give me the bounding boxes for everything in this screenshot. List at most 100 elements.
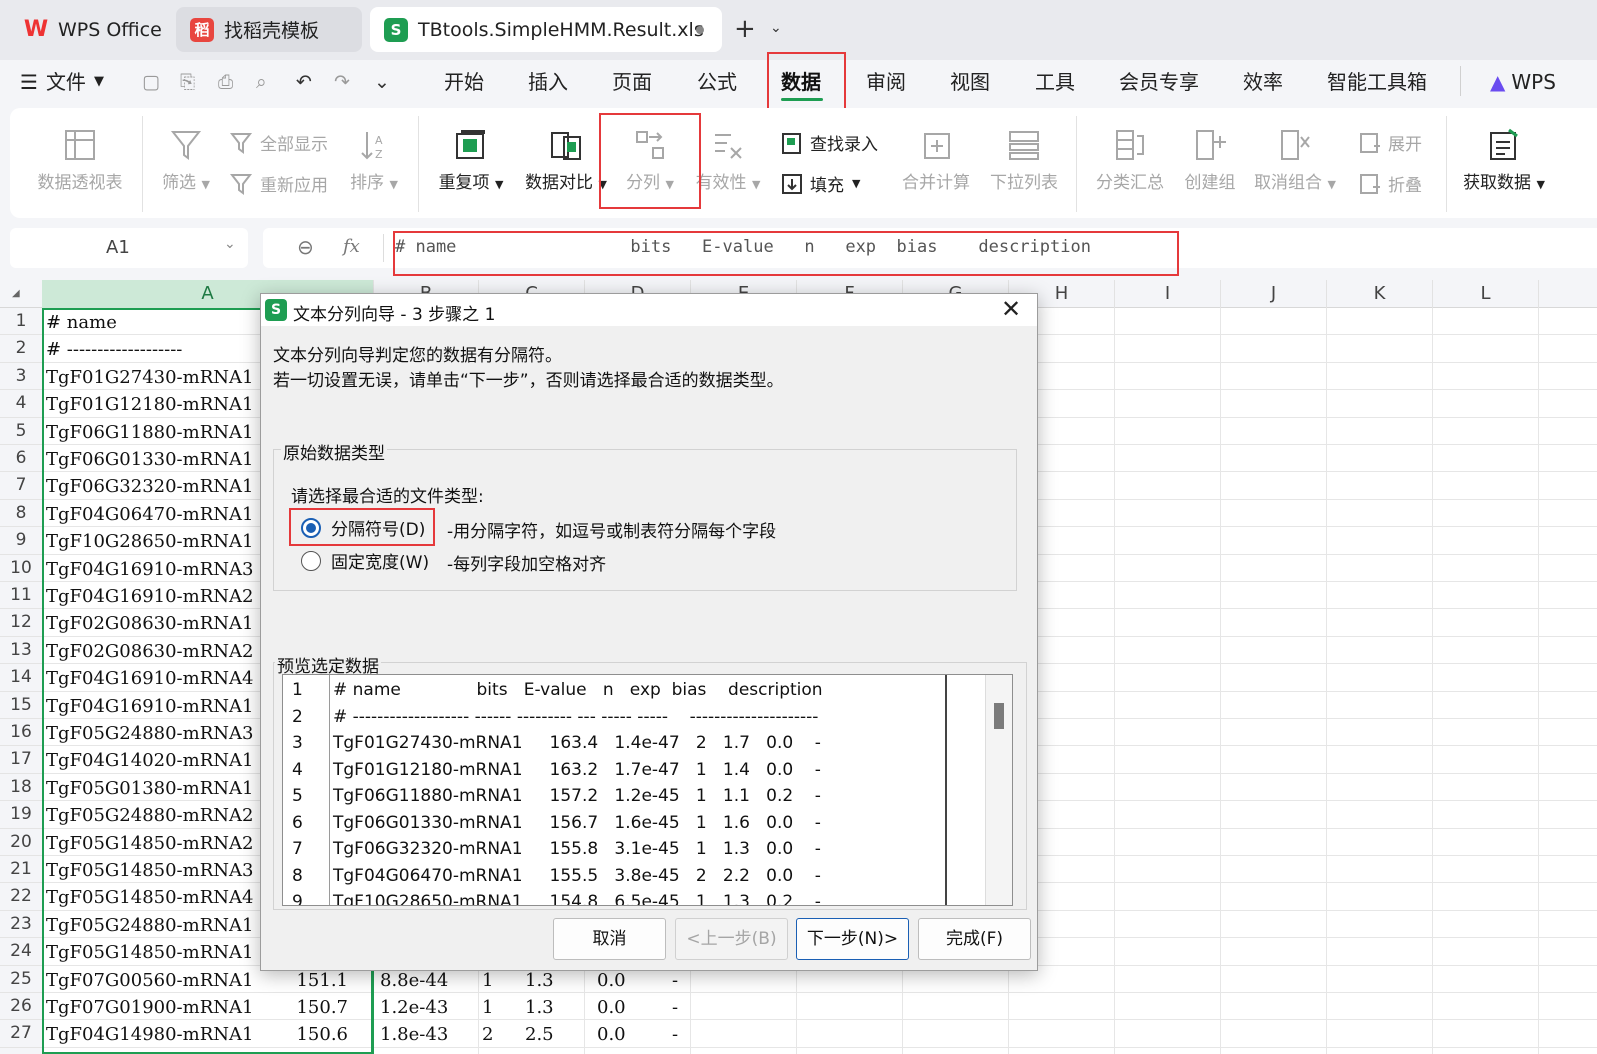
row-header-20[interactable]: 20 [0, 829, 42, 856]
undo-icon[interactable]: ↶ [296, 72, 312, 92]
create-group-button[interactable]: 创建组 [1180, 128, 1240, 193]
row-header-3[interactable]: 3 [0, 363, 42, 391]
show-all-button[interactable]: 全部显示 [230, 130, 328, 155]
pivot-table-button[interactable]: 数据透视表 [34, 128, 126, 193]
menu-page[interactable]: 页面 [612, 60, 652, 104]
row-header-18[interactable]: 18 [0, 774, 42, 802]
row-header-7[interactable]: 7 [0, 472, 42, 500]
row-header-1[interactable]: 1 [0, 308, 42, 336]
validity-button[interactable]: 有效性 ▼ [694, 128, 762, 193]
row-header-8[interactable]: 8 [0, 500, 42, 528]
column-header-K[interactable]: K [1327, 280, 1433, 308]
row-header-12[interactable]: 12 [0, 609, 42, 637]
tab-workbook[interactable]: S TBtools.SimpleHMM.Result.xls [370, 7, 722, 52]
row-header-10[interactable]: 10 [0, 555, 42, 582]
dropdown-list-button[interactable]: 下拉列表 [986, 128, 1062, 193]
column-header-J[interactable]: J [1221, 280, 1327, 308]
row-header-22[interactable]: 22 [0, 883, 42, 911]
menu-ai-toolbox[interactable]: 智能工具箱 [1327, 60, 1427, 104]
row-header-16[interactable]: 16 [0, 719, 42, 747]
lookup-entry-button[interactable]: 查找录入 [780, 130, 878, 155]
formula-input[interactable]: # name bits E-value n exp bias descripti… [395, 237, 1091, 257]
cell-value[interactable]: 1 [482, 993, 493, 1020]
consolidate-button[interactable]: 合并计算 [898, 128, 974, 193]
row-header-26[interactable]: 26 [0, 993, 42, 1021]
menu-member[interactable]: 会员专享 [1119, 60, 1199, 104]
row-header-9[interactable]: 9 [0, 527, 42, 555]
wps-ai-button[interactable]: ▲ WPS [1490, 60, 1556, 104]
column-header-I[interactable]: I [1115, 280, 1221, 308]
menu-formula[interactable]: 公式 [697, 60, 737, 104]
row-header-6[interactable]: 6 [0, 445, 42, 473]
cell-value[interactable]: 2 [482, 1020, 493, 1047]
row-header-14[interactable]: 14 [0, 664, 42, 692]
row-header-17[interactable]: 17 [0, 746, 42, 774]
row-header-19[interactable]: 19 [0, 801, 42, 829]
row-header-27[interactable]: 27 [0, 1020, 42, 1048]
preview-scrollbar[interactable] [985, 675, 1012, 905]
row-header-5[interactable]: 5 [0, 418, 42, 445]
subtotal-button[interactable]: 分类汇总 [1092, 128, 1168, 193]
next-button[interactable]: 下一步(N)> [796, 918, 909, 960]
print-icon[interactable]: ⎙ [218, 72, 233, 92]
menu-view[interactable]: 视图 [950, 60, 990, 104]
cell-value[interactable]: 0.0 [597, 1020, 626, 1047]
row-header-23[interactable]: 23 [0, 911, 42, 939]
ungroup-button[interactable]: 取消组合 ▼ [1252, 128, 1338, 193]
row-header-15[interactable]: 15 [0, 692, 42, 719]
duplicates-button[interactable]: 重复项 ▼ [434, 128, 508, 193]
menu-review[interactable]: 审阅 [866, 60, 906, 104]
expand-button[interactable]: 展开 [1358, 130, 1422, 155]
reapply-button[interactable]: 重新应用 [230, 171, 328, 196]
fixed-width-radio[interactable]: 固定宽度(W) [301, 548, 429, 573]
split-column-button[interactable]: 分列 ▼ [618, 128, 682, 193]
fx-icon[interactable]: fx [343, 236, 360, 257]
sort-button[interactable]: AZ 排序 ▼ [344, 128, 404, 193]
row-header-25[interactable]: 25 [0, 966, 42, 993]
data-compare-button[interactable]: 数据对比 ▼ [522, 128, 610, 193]
name-box[interactable]: A1 ⌄ [10, 228, 248, 268]
row-header-21[interactable]: 21 [0, 856, 42, 884]
save-icon[interactable]: ▢ [142, 72, 160, 92]
chevron-down-icon[interactable]: ⌄ [770, 20, 782, 36]
cell-value[interactable]: 1.8e-43 [380, 1020, 448, 1047]
collapse-button[interactable]: 折叠 [1358, 171, 1422, 196]
cell-value[interactable]: 2.5 [525, 1020, 554, 1047]
print-preview-icon[interactable]: ⌕ [256, 72, 267, 92]
preview-pane[interactable]: 1 # name bits E-value n exp bias descript… [282, 674, 1013, 906]
finish-button[interactable]: 完成(F) [918, 918, 1031, 960]
new-tab-plus-icon[interactable]: + [734, 16, 756, 42]
row-header-24[interactable]: 24 [0, 938, 42, 966]
cell-value[interactable]: 1.2e-43 [380, 993, 448, 1020]
get-data-button[interactable]: 获取数据 ▼ [1458, 128, 1550, 193]
file-menu[interactable]: ☰ 文件 ▼ [20, 60, 104, 104]
zoom-search-icon[interactable]: ⊖ [297, 235, 314, 259]
fill-button[interactable]: 填充 ▼ [780, 171, 860, 196]
row-header-2[interactable]: 2 [0, 335, 42, 363]
tab-template[interactable]: 稻 找稻壳模板 [176, 7, 362, 52]
close-icon[interactable]: ✕ [1001, 295, 1021, 323]
menu-home[interactable]: 开始 [444, 60, 484, 104]
row-header-11[interactable]: 11 [0, 582, 42, 610]
row-header-4[interactable]: 4 [0, 390, 42, 418]
delimited-radio[interactable]: 分隔符号(D) [301, 515, 425, 540]
share-icon[interactable]: ⎘ [180, 72, 195, 92]
cancel-button[interactable]: 取消 [553, 918, 666, 960]
menu-efficiency[interactable]: 效率 [1243, 60, 1283, 104]
cell-value[interactable]: 0.0 [597, 993, 626, 1020]
more-chevron-icon[interactable]: ⌄ [374, 72, 390, 92]
row-header-13[interactable]: 13 [0, 637, 42, 665]
cell-value[interactable]: - [672, 1020, 678, 1047]
cell-value[interactable]: 1.3 [525, 993, 554, 1020]
redo-icon[interactable]: ↷ [334, 72, 350, 92]
select-all-corner-icon[interactable]: ◢ [12, 288, 20, 299]
back-button[interactable]: <上一步(B) [675, 918, 788, 960]
cell-value[interactable]: 150.7 [292, 993, 348, 1020]
tab-wps-office[interactable]: W WPS Office [10, 7, 166, 52]
filter-button[interactable]: 筛选 ▼ [156, 128, 216, 193]
column-header-L[interactable]: L [1433, 280, 1539, 308]
menu-tools[interactable]: 工具 [1035, 60, 1075, 104]
cell-value[interactable]: 150.6 [292, 1020, 348, 1047]
cell-value[interactable]: - [672, 993, 678, 1020]
scrollbar-thumb[interactable] [994, 703, 1004, 729]
